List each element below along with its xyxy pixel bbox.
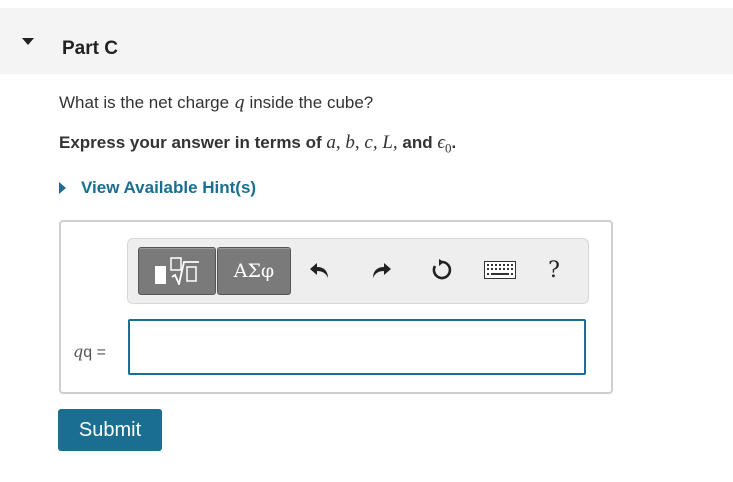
instruction-end: . [451, 133, 457, 152]
templates-button[interactable] [138, 247, 216, 295]
submit-button[interactable]: Submit [58, 409, 162, 451]
instruction-terms: a, b, c, L, [326, 132, 398, 153]
answer-label-var: q [73, 342, 84, 361]
sqrt-icon [169, 257, 199, 285]
instruction-epsilon: ϵ [437, 132, 445, 153]
caret-down-icon[interactable] [22, 38, 34, 45]
answer-input[interactable] [128, 319, 586, 375]
view-hints-link[interactable]: View Available Hint(s) [59, 178, 256, 198]
caret-right-icon [59, 182, 66, 194]
question-prefix: What is the net charge [59, 93, 234, 112]
instruction-and: and [397, 133, 438, 152]
reset-icon[interactable] [428, 257, 456, 283]
answer-box: ΑΣφ ? qq = [59, 220, 613, 394]
instruction-text: Express your answer in terms of a, b, c,… [59, 132, 456, 156]
question-text: What is the net charge q inside the cube… [59, 93, 373, 113]
instruction-prefix: Express your answer in terms of [59, 133, 327, 152]
math-toolbar: ΑΣφ ? [127, 238, 589, 304]
greek-symbols-button[interactable]: ΑΣφ [217, 247, 291, 295]
answer-label-eq: q = [83, 344, 106, 361]
help-button[interactable]: ? [540, 257, 568, 283]
undo-icon[interactable] [306, 257, 334, 283]
hint-label: View Available Hint(s) [81, 178, 257, 197]
part-header[interactable]: Part C [0, 8, 733, 74]
templates-icon [154, 266, 166, 284]
question-variable: q [233, 93, 245, 113]
redo-icon[interactable] [367, 257, 395, 283]
part-title: Part C [62, 38, 118, 59]
answer-label: qq = [73, 342, 106, 362]
question-suffix: inside the cube? [244, 93, 374, 112]
keyboard-icon[interactable] [483, 257, 517, 283]
